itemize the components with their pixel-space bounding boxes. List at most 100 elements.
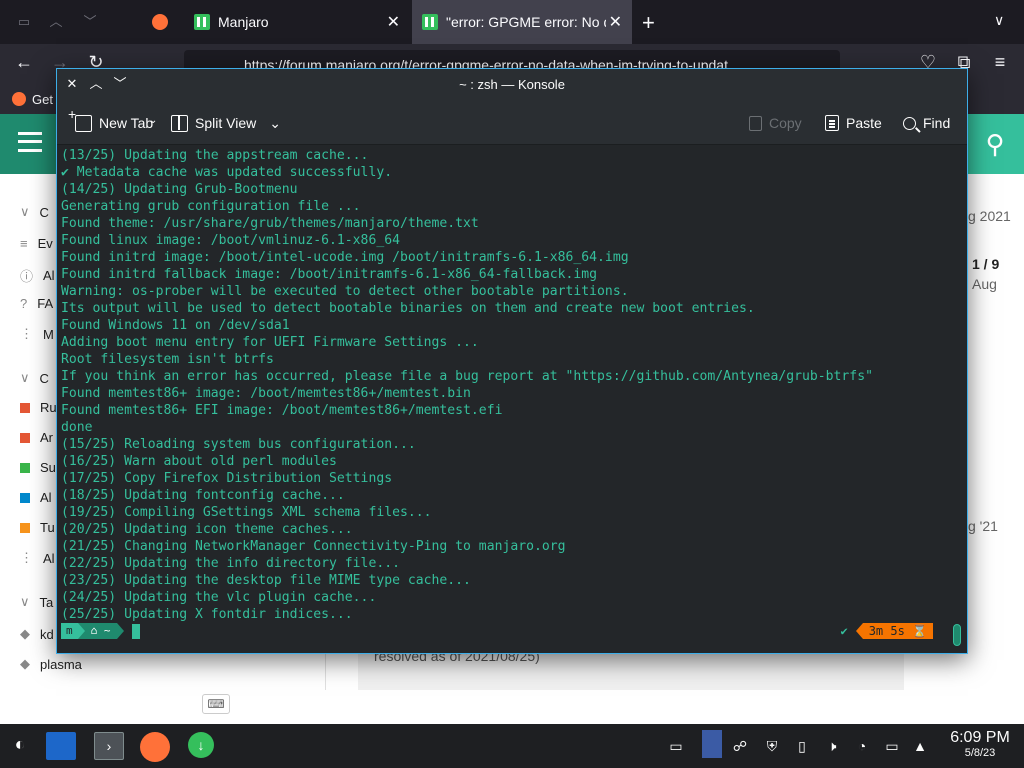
copy-label: Copy	[769, 115, 802, 131]
clipboard-icon[interactable]: ▯	[792, 736, 812, 756]
taskbar: ◐ › ↓ ▭ ☍ ⛨ ▯ 🕨 ◔ ▭ ▲ 6:09 PM 5/8/23	[0, 724, 1024, 768]
terminal-line: (14/25) Updating Grub-Bootmenu	[61, 182, 298, 197]
copy-button[interactable]: Copy	[749, 111, 802, 135]
close-tab-icon[interactable]: ✕	[387, 12, 400, 32]
manjaro-logo-icon	[422, 14, 438, 30]
sidebar-item[interactable]: ≡ Ev	[20, 236, 53, 251]
topic-progress-date: Aug	[972, 276, 997, 292]
paste-icon	[825, 115, 839, 131]
keyboard-shortcuts-icon[interactable]: ⌨	[202, 694, 230, 714]
display-icon[interactable]: ▭	[882, 736, 902, 756]
terminal-line: If you think an error has occurred, plea…	[61, 369, 873, 384]
sidebar-category[interactable]: Ar	[20, 430, 53, 445]
terminal-line: (16/25) Warn about old perl modules	[61, 454, 337, 469]
copy-icon	[749, 115, 762, 131]
tab-scroll-down-icon[interactable]: ﹀	[80, 12, 100, 32]
terminal-line: (15/25) Reloading system bus configurati…	[61, 437, 416, 452]
terminal-line: Found theme: /usr/share/grub/themes/manj…	[61, 216, 479, 231]
tab-gpgme-error[interactable]: "error: GPGME error: No d ✕	[412, 0, 632, 44]
terminal-line: (19/25) Compiling GSettings XML schema f…	[61, 505, 432, 520]
audio-muted-icon[interactable]: 🕨	[822, 736, 842, 756]
terminal-line: (22/25) Updating the info directory file…	[61, 556, 400, 571]
clock-date: 5/8/23	[964, 747, 996, 759]
terminal-line: (13/25) Updating the appstream cache...	[61, 148, 369, 163]
status-check-icon: ✔	[840, 624, 848, 638]
konsole-taskbar-icon[interactable]: ›	[94, 732, 124, 760]
hamburger-menu-icon[interactable]	[18, 132, 42, 152]
konsole-toolbar: New Tab ⌄ Split View ⌄ Copy Paste Find	[57, 101, 967, 145]
new-tab-dropdown-icon[interactable]: ⌄	[149, 115, 157, 126]
new-tab-icon[interactable]: +	[642, 10, 655, 36]
prompt-separator	[77, 623, 85, 639]
terminal-line: Generating grub configuration file ...	[61, 199, 361, 214]
security-shield-icon[interactable]: ⛨	[762, 736, 782, 756]
system-clock[interactable]: 6:09 PM 5/8/23	[940, 729, 1020, 759]
paste-button[interactable]: Paste	[825, 111, 882, 135]
split-view-icon	[171, 114, 188, 132]
terminal-scrollbar[interactable]	[953, 624, 961, 646]
virtual-desktop-pager[interactable]	[702, 730, 722, 758]
terminal-line: (25/25) Updating X fontdir indices...	[61, 607, 353, 622]
tab-title: "error: GPGME error: No d	[446, 14, 606, 30]
terminal-area[interactable]: (13/25) Updating the appstream cache... ✔…	[57, 146, 967, 653]
shell-prompt: m ⌂ ~	[61, 623, 140, 639]
file-manager-icon[interactable]	[46, 732, 76, 760]
sidebar-item[interactable]: ? FA	[20, 296, 53, 311]
clock-time: 6:09 PM	[950, 729, 1010, 746]
sidebar-category[interactable]: Ru	[20, 400, 57, 415]
split-view-label: Split View	[195, 115, 257, 131]
sidebar-item[interactable]: ⓘ Al	[20, 266, 55, 285]
sidebar-category[interactable]: Su	[20, 460, 56, 475]
firefox-taskbar-icon[interactable]	[140, 732, 170, 762]
topic-progress[interactable]: 1 / 9	[972, 256, 999, 272]
terminal-line: done	[61, 420, 93, 435]
terminal-line: Found memtest86+ image: /boot/memtest86+…	[61, 386, 471, 401]
sidebar-section-tags[interactable]: ∨ Ta	[20, 594, 53, 610]
bookmark-get-started[interactable]: Get	[32, 92, 53, 107]
sidebar-tag[interactable]: ◆ kd	[20, 626, 54, 642]
list-tabs-icon[interactable]: ∨	[994, 12, 1004, 29]
terminal-cursor	[131, 623, 140, 639]
sidebar-section-categories[interactable]: ∨ C	[20, 370, 49, 386]
terminal-line: (20/25) Updating icon theme caches...	[61, 522, 353, 537]
terminal-line: Adding boot menu entry for UEFI Firmware…	[61, 335, 479, 350]
terminal-line: Found initrd fallback image: /boot/initr…	[61, 267, 598, 282]
terminal-line: Root filesystem isn't btrfs	[61, 352, 274, 367]
konsole-titlebar[interactable]: ✕ ︿ ﹀ ~ : zsh — Konsole	[57, 69, 967, 101]
application-launcher-icon[interactable]: ◐	[8, 734, 32, 758]
clipboard-widget-icon[interactable]: ▭	[666, 736, 686, 756]
search-icon[interactable]: ⚲	[966, 114, 1024, 174]
new-tab-label: New Tab	[99, 115, 154, 131]
prompt-separator	[855, 623, 863, 639]
sidebar-item[interactable]: ⋮ Al	[20, 550, 55, 566]
topic-date-end: g '21	[968, 518, 998, 534]
terminal-line: (24/25) Updating the vlc plugin cache...	[61, 590, 377, 605]
manjaro-prompt-icon: m	[61, 623, 78, 639]
back-icon[interactable]: ←	[12, 52, 36, 73]
terminal-line: (18/25) Updating fontconfig cache...	[61, 488, 345, 503]
kde-connect-icon[interactable]: ☍	[730, 736, 750, 756]
sidebar-section-categories[interactable]: ∨ C	[20, 204, 49, 220]
firefox-view-icon[interactable]: ▭	[14, 12, 34, 32]
find-icon	[903, 116, 916, 130]
notifications-icon[interactable]: ◔	[852, 736, 872, 756]
tab-scroll-up-icon[interactable]: ︿	[46, 12, 66, 32]
new-tab-icon	[68, 106, 92, 132]
close-tab-icon[interactable]: ✕	[609, 12, 622, 32]
sidebar-category[interactable]: Al	[20, 490, 52, 505]
firefox-icon	[12, 92, 26, 106]
find-button[interactable]: Find	[903, 111, 950, 135]
menu-icon[interactable]: ≡	[988, 52, 1012, 73]
sidebar-item[interactable]: ⋮ M	[20, 326, 54, 342]
split-view-button[interactable]: Split View ⌄	[171, 111, 281, 135]
firefox-tab-icon[interactable]	[150, 12, 170, 32]
new-tab-button[interactable]: New Tab	[68, 106, 154, 135]
find-label: Find	[923, 115, 951, 131]
sidebar-tag[interactable]: ◆ plasma	[20, 656, 82, 672]
show-hidden-icons[interactable]: ▲	[910, 736, 930, 756]
paste-label: Paste	[846, 115, 882, 131]
tab-manjaro[interactable]: Manjaro ✕	[184, 0, 410, 44]
software-update-icon[interactable]: ↓	[188, 732, 214, 758]
sidebar-category[interactable]: Tu	[20, 520, 55, 535]
chevron-down-icon: ⌄	[269, 114, 281, 131]
